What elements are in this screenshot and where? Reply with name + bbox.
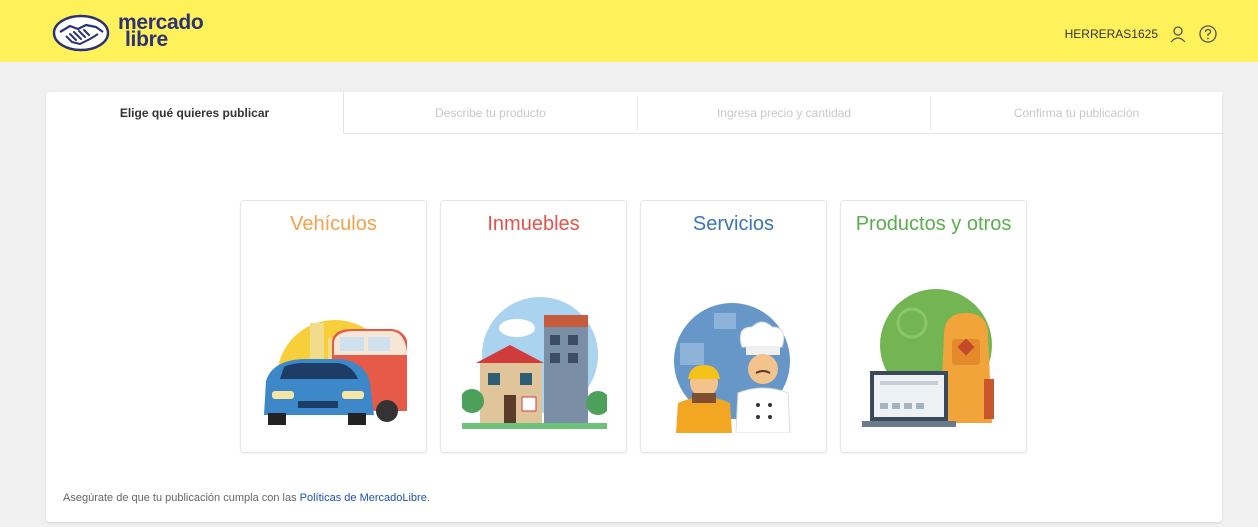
step-price: Ingresa precio y cantidad [638,92,930,134]
policy-text: Asegúrate de que tu publicación cumpla c… [63,492,300,504]
category-title: Inmuebles [487,213,580,235]
mercadolibre-logo[interactable]: mercado libre [52,12,222,54]
category-vehicles[interactable]: Vehículos [240,200,427,453]
username-link[interactable]: HERRERAS1625 [1065,27,1158,41]
publish-card: Elige qué quieres publicar Describe tu p… [46,92,1222,522]
category-title: Servicios [692,213,775,235]
progress-steps: Elige qué quieres publicar Describe tu p… [46,92,1222,134]
handshake-logo-icon [52,14,110,52]
step-choose[interactable]: Elige qué quieres publicar [46,92,344,134]
step-describe: Describe tu producto [344,92,637,134]
vehicles-illustration-icon [264,320,407,425]
policy-link[interactable]: Políticas de MercadoLibre [300,492,427,504]
help-icon[interactable] [1198,24,1218,44]
user-area: HERRERAS1625 [1065,24,1218,44]
category-title: Vehículos [290,213,377,235]
category-services[interactable]: Servicios [640,200,827,453]
policy-end: . [426,492,430,504]
logo-wordmark: mercado libre [118,12,204,50]
category-real-estate[interactable]: Inmuebles [440,200,627,453]
header-bar: mercado libre HERRERAS1625 [0,0,1258,62]
person-icon[interactable] [1168,24,1188,44]
category-products[interactable]: Productos y otros [840,200,1027,453]
step-confirm: Confirma tu publicación [931,92,1222,134]
real-estate-illustration-icon [462,297,607,429]
policy-note: Asegúrate de que tu publicación cumpla c… [63,492,430,504]
products-illustration-icon [862,289,994,427]
services-illustration-icon [674,303,791,433]
category-title: Productos y otros [855,213,1012,235]
